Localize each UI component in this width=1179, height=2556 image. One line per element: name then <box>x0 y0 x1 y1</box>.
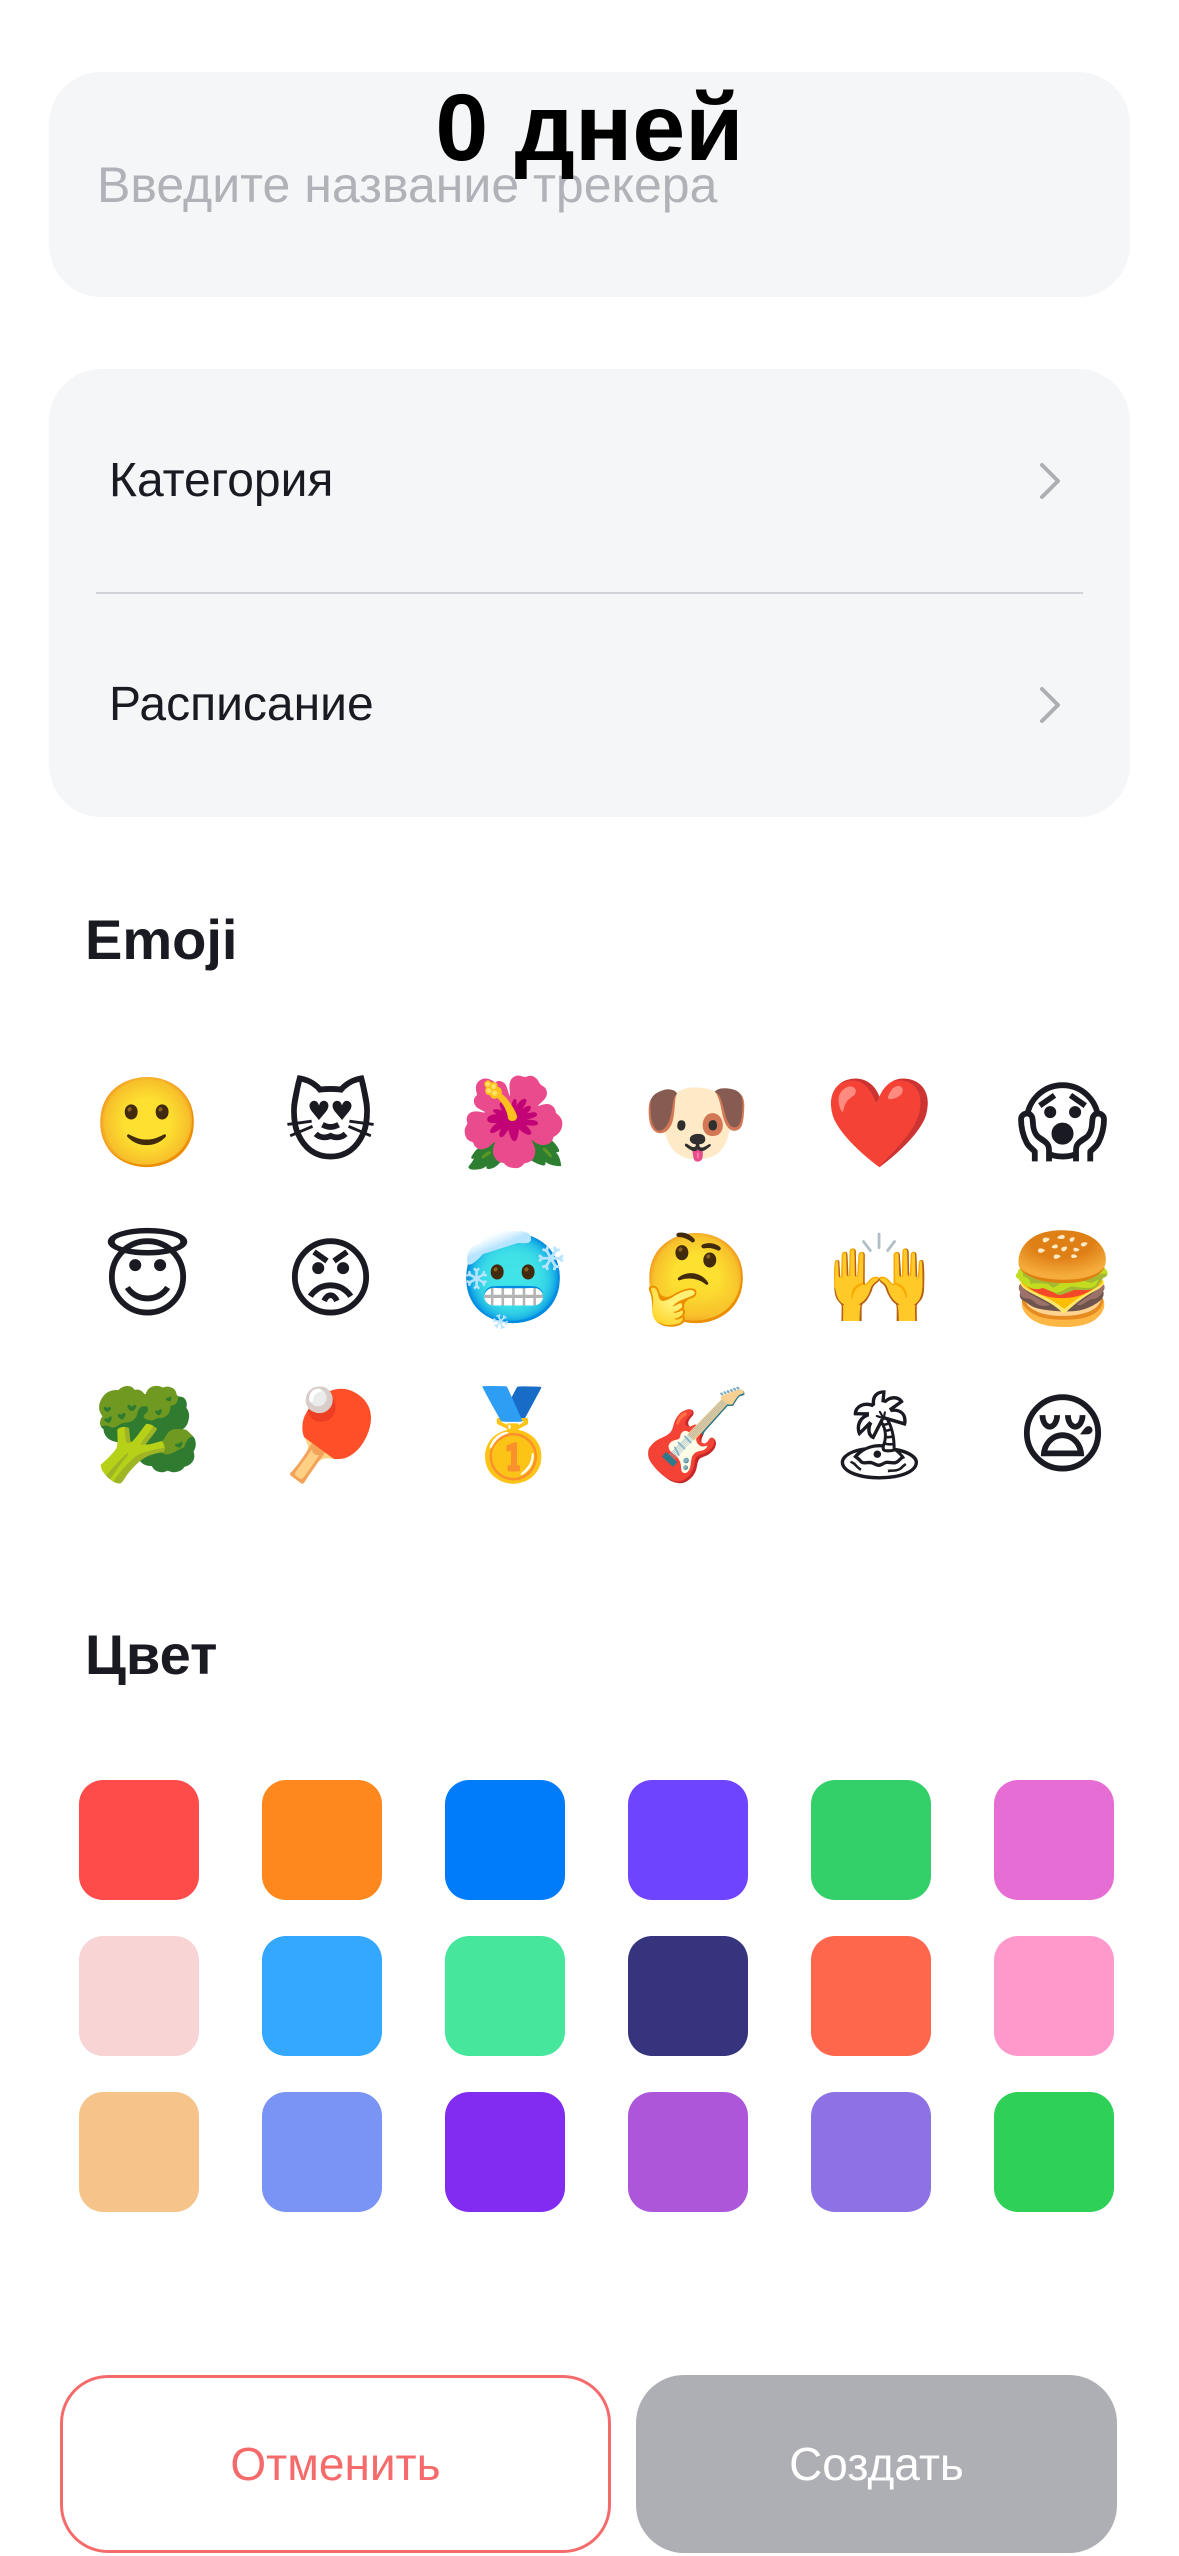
schedule-row[interactable]: Расписание <box>49 593 1130 817</box>
color-option-12[interactable] <box>976 1918 1132 2074</box>
color-swatch <box>811 1780 931 1900</box>
emoji-red-heart[interactable]: ❤️ <box>788 1045 971 1201</box>
schedule-label: Расписание <box>109 678 374 731</box>
create-button[interactable]: Создать <box>636 2375 1117 2553</box>
emoji-dog-face[interactable]: 🐶 <box>605 1045 788 1201</box>
emoji-broccoli[interactable]: 🥦 <box>56 1357 239 1513</box>
emoji-face-screaming-in-fear[interactable]: 😱 <box>971 1045 1154 1201</box>
color-swatch <box>994 1780 1114 1900</box>
color-option-15[interactable] <box>427 2074 583 2230</box>
color-option-17[interactable] <box>793 2074 949 2230</box>
emoji-raising-hands[interactable]: 🙌 <box>788 1201 971 1357</box>
color-swatch <box>994 1936 1114 2056</box>
color-option-9[interactable] <box>427 1918 583 2074</box>
color-option-3[interactable] <box>427 1762 583 1918</box>
color-swatch <box>79 2092 199 2212</box>
color-swatch <box>79 1936 199 2056</box>
days-counter: 0 дней <box>435 75 744 181</box>
emoji-sleepy-face[interactable]: 😪 <box>971 1357 1154 1513</box>
cancel-button[interactable]: Отменить <box>60 2375 611 2553</box>
emoji-enraged-face[interactable]: 😡 <box>239 1201 422 1357</box>
color-swatch <box>811 1936 931 2056</box>
emoji-cold-face[interactable]: 🥶 <box>422 1201 605 1357</box>
color-option-18[interactable] <box>976 2074 1132 2230</box>
chevron-right-icon <box>1040 687 1060 723</box>
color-option-10[interactable] <box>610 1918 766 2074</box>
color-swatch <box>628 1780 748 1900</box>
color-option-1[interactable] <box>61 1762 217 1918</box>
color-option-4[interactable] <box>610 1762 766 1918</box>
color-option-2[interactable] <box>244 1762 400 1918</box>
color-option-14[interactable] <box>244 2074 400 2230</box>
emoji-section-title: Emoji <box>85 908 238 971</box>
emoji-hibiscus[interactable]: 🌺 <box>422 1045 605 1201</box>
color-section-title: Цвет <box>85 1623 218 1686</box>
color-swatch <box>445 1936 565 2056</box>
emoji-ping-pong[interactable]: 🏓 <box>239 1357 422 1513</box>
emoji-guitar[interactable]: 🎸 <box>605 1357 788 1513</box>
color-swatch <box>445 1780 565 1900</box>
category-row[interactable]: Категория <box>49 369 1130 593</box>
color-swatch <box>262 1936 382 2056</box>
color-grid <box>61 1762 1161 2230</box>
color-swatch <box>262 1780 382 1900</box>
color-option-5[interactable] <box>793 1762 949 1918</box>
emoji-first-place-medal[interactable]: 🥇 <box>422 1357 605 1513</box>
emoji-hamburger[interactable]: 🍔 <box>971 1201 1154 1357</box>
color-option-11[interactable] <box>793 1918 949 2074</box>
color-swatch <box>811 2092 931 2212</box>
emoji-smiling-cat-heart-eyes[interactable]: 😻 <box>239 1045 422 1201</box>
color-swatch <box>628 2092 748 2212</box>
emoji-desert-island[interactable]: 🏝 <box>788 1357 971 1513</box>
color-option-8[interactable] <box>244 1918 400 2074</box>
emoji-thinking-face[interactable]: 🤔 <box>605 1201 788 1357</box>
emoji-slightly-smiling-face[interactable]: 🙂 <box>56 1045 239 1201</box>
color-option-7[interactable] <box>61 1918 217 2074</box>
color-option-13[interactable] <box>61 2074 217 2230</box>
color-swatch <box>994 2092 1114 2212</box>
color-swatch <box>445 2092 565 2212</box>
emoji-smiling-face-with-halo[interactable]: 😇 <box>56 1201 239 1357</box>
chevron-right-icon <box>1040 463 1060 499</box>
category-label: Категория <box>109 454 334 507</box>
color-swatch <box>79 1780 199 1900</box>
color-option-6[interactable] <box>976 1762 1132 1918</box>
settings-card: Категория Расписание <box>49 369 1130 817</box>
color-swatch <box>628 1936 748 2056</box>
color-option-16[interactable] <box>610 2074 766 2230</box>
color-swatch <box>262 2092 382 2212</box>
emoji-grid: 🙂 😻 🌺 🐶 ❤️ 😱 😇 😡 🥶 🤔 🙌 🍔 🥦 🏓 🥇 🎸 🏝 😪 <box>56 1045 1144 1513</box>
